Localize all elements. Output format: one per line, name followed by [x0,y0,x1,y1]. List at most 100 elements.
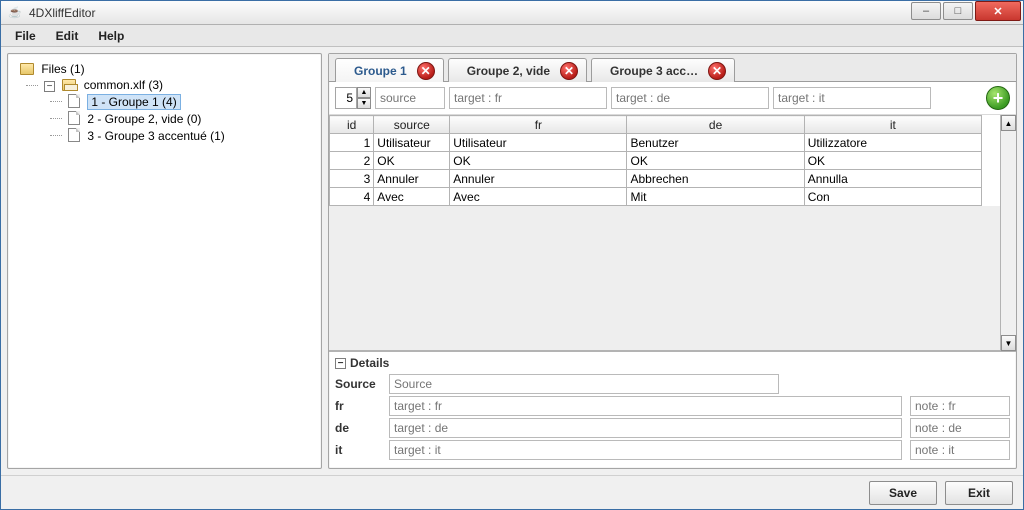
tree-file[interactable]: − common.xlf (3) 1 - Groupe 1 (4) [40,78,313,143]
tree-panel: Files (1) − common.xlf (3) 1 - Groupe 1 … [7,53,322,469]
details-target-it-input[interactable] [389,440,902,460]
menu-edit[interactable]: Edit [48,27,87,45]
cell-it[interactable]: Utilizzatore [804,134,981,152]
folder-open-icon [62,79,76,91]
filter-source-input[interactable] [375,87,445,109]
save-button[interactable]: Save [869,481,937,505]
cell-id[interactable]: 4 [330,188,374,206]
filter-de-input[interactable] [611,87,769,109]
cell-it[interactable]: OK [804,152,981,170]
tab-close-icon[interactable]: ✕ [417,62,435,80]
cell-source[interactable]: OK [374,152,450,170]
footer: Save Exit [1,475,1023,509]
col-header-fr[interactable]: fr [450,116,627,134]
col-header-it[interactable]: it [804,116,981,134]
spinner-up-icon[interactable]: ▲ [357,87,371,98]
filter-it-input[interactable] [773,87,931,109]
exit-button[interactable]: Exit [945,481,1013,505]
cell-de[interactable]: Mit [627,188,804,206]
window-close-button[interactable]: ✕ [975,1,1021,21]
details-title: Details [350,356,389,370]
add-row-button[interactable]: + [986,86,1010,110]
cell-fr[interactable]: Utilisateur [450,134,627,152]
titlebar: ☕ 4DXliffEditor – □ ✕ [1,1,1023,25]
cell-de[interactable]: Benutzer [627,134,804,152]
tree-group-1-label: 1 - Groupe 1 (4) [87,94,180,110]
details-label-source: Source [335,377,381,391]
tab-groupe-2[interactable]: Groupe 2, vide ✕ [448,58,587,82]
editor-panel: Groupe 1 ✕ Groupe 2, vide ✕ Groupe 3 acc… [328,53,1017,469]
window-title: 4DXliffEditor [29,6,95,20]
table-row[interactable]: 4AvecAvecMitCon [330,188,982,206]
scroll-up-icon[interactable]: ▲ [1001,115,1016,131]
cell-it[interactable]: Con [804,188,981,206]
cell-fr[interactable]: Avec [450,188,627,206]
tree-group-1[interactable]: 1 - Groupe 1 (4) [64,94,313,109]
cell-source[interactable]: Avec [374,188,450,206]
file-tree: Files (1) − common.xlf (3) 1 - Groupe 1 … [16,62,313,143]
cell-fr[interactable]: OK [450,152,627,170]
tree-group-2[interactable]: 2 - Groupe 2, vide (0) [64,111,313,126]
window-controls: – □ ✕ [911,1,1023,23]
cell-de[interactable]: Abbrechen [627,170,804,188]
id-spinner-input[interactable] [335,87,357,109]
filter-row: ▲ ▼ + [329,82,1016,115]
maximize-button[interactable]: □ [943,2,973,20]
menu-file[interactable]: File [7,27,44,45]
scroll-down-icon[interactable]: ▼ [1001,335,1016,351]
details-note-it-input[interactable] [910,440,1010,460]
filter-fr-input[interactable] [449,87,607,109]
grid-wrapper: id source fr de it 1UtilisateurUtilisate… [329,115,1016,351]
tree-group-3-label: 3 - Groupe 3 accentué (1) [87,129,224,143]
tab-label: Groupe 1 [354,64,407,78]
folder-icon [20,63,34,75]
tab-close-icon[interactable]: ✕ [560,62,578,80]
cell-source[interactable]: Utilisateur [374,134,450,152]
translation-table[interactable]: id source fr de it 1UtilisateurUtilisate… [329,115,982,206]
details-label-fr: fr [335,399,381,413]
vertical-scrollbar[interactable]: ▲ ▼ [1000,115,1016,351]
minimize-button[interactable]: – [911,2,941,20]
details-source-input[interactable] [389,374,779,394]
tree-root[interactable]: Files (1) − common.xlf (3) 1 - Groupe 1 … [16,62,313,143]
scroll-track[interactable] [1001,131,1016,335]
id-spinner[interactable]: ▲ ▼ [335,87,371,109]
file-icon [68,128,80,142]
details-note-fr-input[interactable] [910,396,1010,416]
tab-groupe-1[interactable]: Groupe 1 ✕ [335,58,444,82]
table-row[interactable]: 1UtilisateurUtilisateurBenutzerUtilizzat… [330,134,982,152]
cell-id[interactable]: 1 [330,134,374,152]
cell-source[interactable]: Annuler [374,170,450,188]
tab-close-icon[interactable]: ✕ [708,62,726,80]
table-row[interactable]: 3AnnulerAnnulerAbbrechenAnnulla [330,170,982,188]
col-header-id[interactable]: id [330,116,374,134]
details-collapse-toggle[interactable]: − [335,358,346,369]
details-target-de-input[interactable] [389,418,902,438]
details-target-fr-input[interactable] [389,396,902,416]
expand-toggle[interactable]: − [44,81,55,92]
file-icon [68,94,80,108]
details-label-de: de [335,421,381,435]
tree-group-2-label: 2 - Groupe 2, vide (0) [87,112,201,126]
spinner-down-icon[interactable]: ▼ [357,98,371,109]
col-header-source[interactable]: source [374,116,450,134]
tree-root-label: Files (1) [41,62,84,76]
java-icon: ☕ [7,5,23,21]
menu-help[interactable]: Help [90,27,132,45]
details-note-de-input[interactable] [910,418,1010,438]
menubar: File Edit Help [1,25,1023,47]
table-row[interactable]: 2OKOKOKOK [330,152,982,170]
col-header-de[interactable]: de [627,116,804,134]
cell-id[interactable]: 2 [330,152,374,170]
tree-group-3[interactable]: 3 - Groupe 3 accentué (1) [64,128,313,143]
group-tabs: Groupe 1 ✕ Groupe 2, vide ✕ Groupe 3 acc… [329,54,1016,82]
tab-groupe-3[interactable]: Groupe 3 acc… ✕ [591,58,735,82]
cell-fr[interactable]: Annuler [450,170,627,188]
cell-it[interactable]: Annulla [804,170,981,188]
cell-de[interactable]: OK [627,152,804,170]
cell-id[interactable]: 3 [330,170,374,188]
details-label-it: it [335,443,381,457]
details-panel: − Details Source fr de [329,351,1016,468]
app-window: ☕ 4DXliffEditor – □ ✕ File Edit Help Fil… [0,0,1024,510]
grid-empty-area [329,206,1000,351]
